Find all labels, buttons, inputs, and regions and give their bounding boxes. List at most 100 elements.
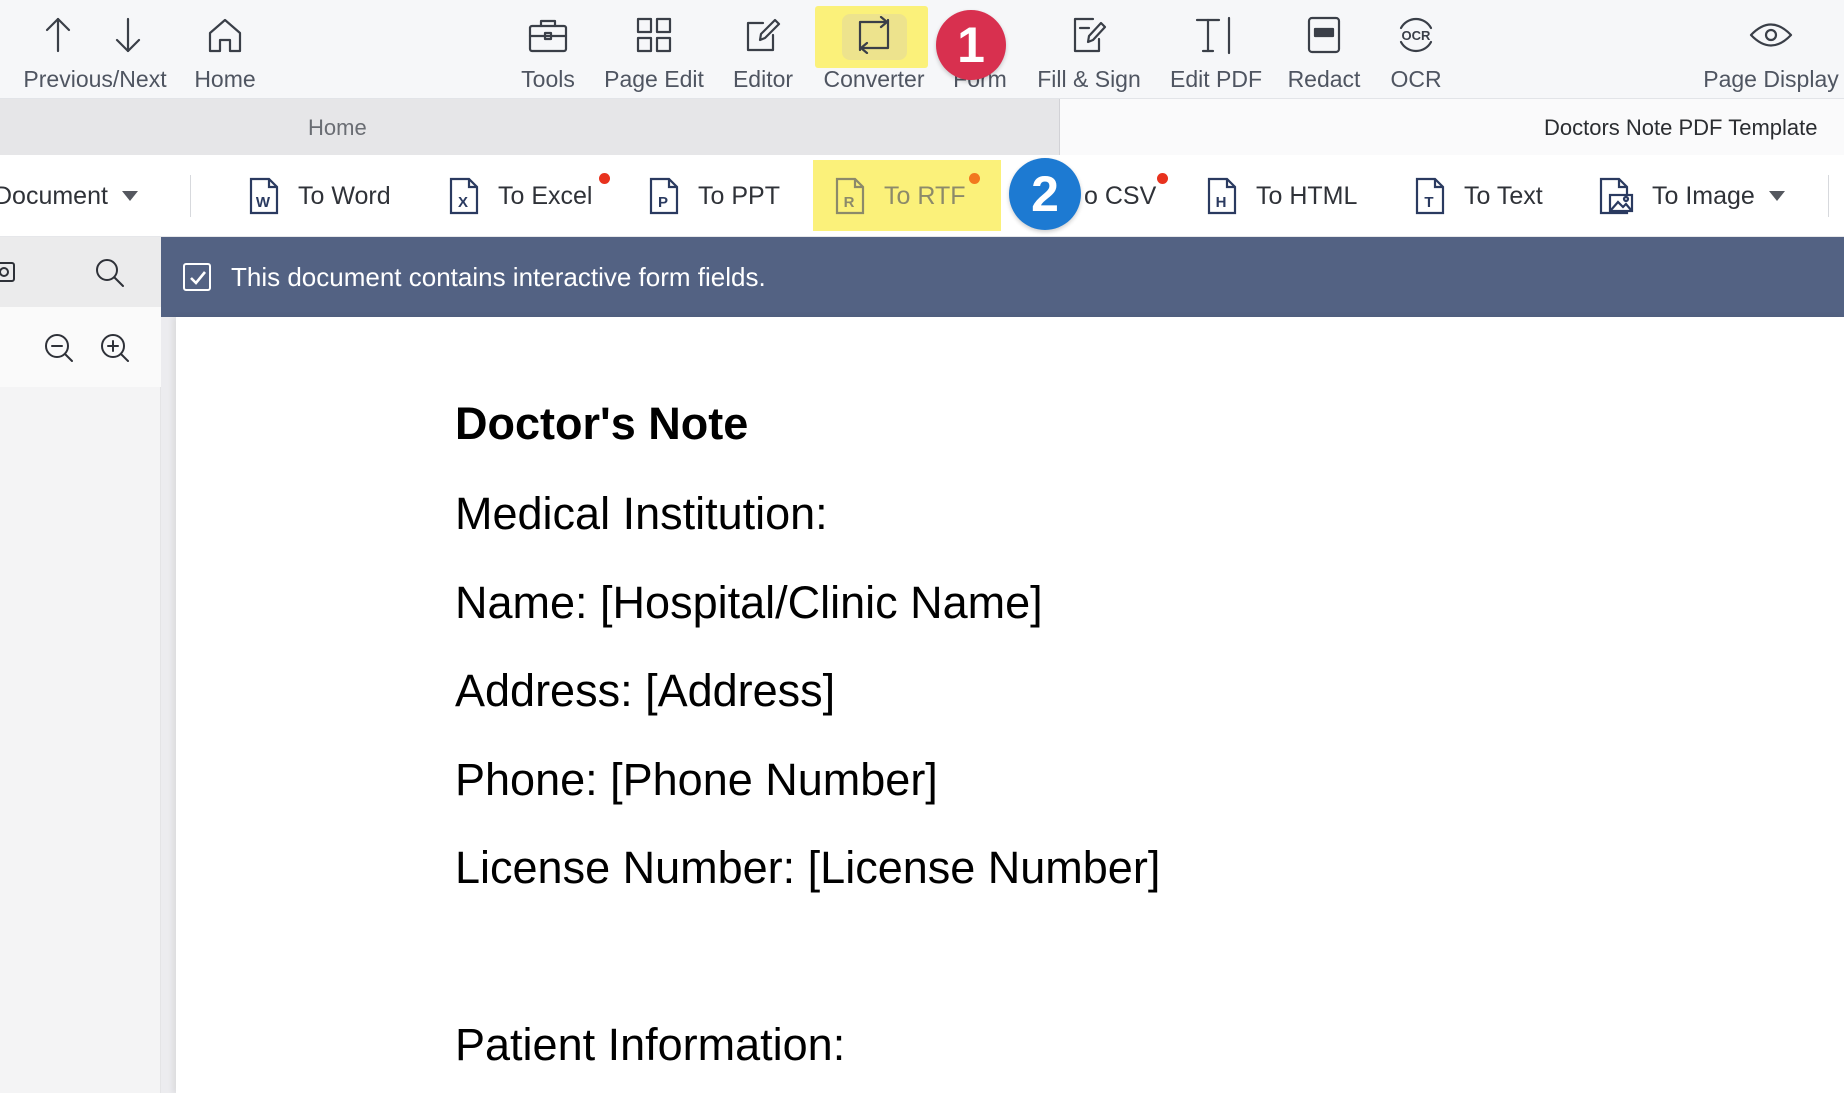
document-page <box>176 317 1844 1093</box>
tab-document[interactable]: Doctors Note PDF Template <box>1060 99 1844 155</box>
svg-text:X: X <box>458 194 468 211</box>
editor-button[interactable]: Editor <box>730 0 796 99</box>
left-sidebar <box>0 237 161 1093</box>
page-display-label: Page Display <box>1703 66 1839 92</box>
create-document-dropdown[interactable]: Document <box>0 155 138 236</box>
step-1-badge: 1 <box>936 10 1006 80</box>
converter-button[interactable]: Converter <box>820 0 928 99</box>
to-word-button[interactable]: W To Word <box>248 155 391 236</box>
toolbox-icon <box>525 13 571 57</box>
tools-button[interactable]: Tools <box>515 0 581 99</box>
chevron-down-icon <box>121 191 138 201</box>
redact-button[interactable]: Redact <box>1286 0 1362 99</box>
to-ppt-button[interactable]: P To PPT <box>648 155 780 236</box>
word-file-icon: W <box>248 177 280 215</box>
to-word-label: To Word <box>298 181 391 210</box>
tab-home[interactable]: Home <box>0 99 1060 155</box>
svg-text:W: W <box>256 194 271 211</box>
new-badge-dot <box>969 173 980 184</box>
page-edit-label: Page Edit <box>604 66 704 92</box>
chevron-down-icon <box>1768 191 1785 201</box>
ocr-label: OCR <box>1390 66 1442 92</box>
arrow-up-icon[interactable] <box>35 13 81 57</box>
to-image-dropdown[interactable]: To Image <box>1598 155 1785 236</box>
tab-document-label: Doctors Note PDF Template <box>1544 115 1818 140</box>
fill-sign-icon <box>1066 13 1112 57</box>
step-2-badge: 2 <box>1009 158 1081 230</box>
ribbon-divider <box>1828 175 1829 217</box>
to-image-label: To Image <box>1652 181 1755 210</box>
arrow-down-icon[interactable] <box>105 13 151 57</box>
to-ppt-label: To PPT <box>698 181 780 210</box>
redact-icon <box>1301 13 1347 57</box>
to-html-button[interactable]: H To HTML <box>1206 155 1358 236</box>
html-file-icon: H <box>1206 177 1238 215</box>
converter-ribbon: Document W To Word X To Excel P To PPT R… <box>0 155 1844 237</box>
home-button[interactable]: Home <box>190 0 260 99</box>
svg-text:H: H <box>1216 194 1227 211</box>
fill-sign-button[interactable]: Fill & Sign <box>1036 0 1142 99</box>
document-line: License Number: [License Number] <box>455 842 1161 893</box>
image-file-icon <box>1598 177 1634 215</box>
to-rtf-label: To RTF <box>884 181 966 210</box>
home-label: Home <box>194 66 256 92</box>
tools-label: Tools <box>521 66 575 92</box>
home-icon <box>202 13 248 57</box>
edit-pdf-button[interactable]: Edit PDF <box>1168 0 1264 99</box>
previous-next-label: Previous/Next <box>23 66 167 92</box>
page-edit-button[interactable]: Page Edit <box>604 0 704 99</box>
edit-pdf-label: Edit PDF <box>1169 66 1263 92</box>
svg-text:R: R <box>844 194 855 211</box>
zoom-out-icon[interactable] <box>44 333 74 368</box>
ocr-button[interactable]: OCR OCR <box>1388 0 1444 99</box>
new-badge-dot <box>599 173 610 184</box>
redact-label: Redact <box>1287 66 1361 92</box>
to-csv-label: o CSV <box>1084 181 1157 210</box>
eye-icon <box>1748 13 1794 57</box>
ocr-icon-text: OCR <box>1402 28 1432 43</box>
previous-next-button[interactable]: Previous/Next <box>20 0 170 99</box>
editor-label: Editor <box>732 66 794 92</box>
document-title: Doctor's Note <box>455 398 749 449</box>
document-line: Name: [Hospital/Clinic Name] <box>455 577 1043 628</box>
checkbox-icon[interactable] <box>183 263 211 291</box>
document-line: Medical Institution: <box>455 488 828 539</box>
to-rtf-button[interactable]: R To RTF <box>834 155 966 236</box>
zoom-in-icon[interactable] <box>100 333 130 368</box>
zoom-controls <box>0 307 161 387</box>
ribbon-divider <box>190 175 191 217</box>
tab-bar: Home Doctors Note PDF Template <box>0 99 1844 155</box>
notice-text: This document contains interactive form … <box>231 262 766 292</box>
fill-sign-label: Fill & Sign <box>1037 66 1141 92</box>
new-badge-dot <box>1157 173 1168 184</box>
document-line: Patient Information: <box>455 1019 846 1070</box>
to-excel-button[interactable]: X To Excel <box>448 155 593 236</box>
create-document-label: Document <box>0 181 108 210</box>
converter-label: Converter <box>823 66 925 92</box>
form-fields-notice: This document contains interactive form … <box>161 237 1844 317</box>
to-csv-button[interactable]: o CSV <box>1084 155 1157 236</box>
converter-icon <box>851 13 897 57</box>
ocr-icon: OCR <box>1393 13 1439 57</box>
search-icon[interactable] <box>94 257 126 294</box>
document-line: Phone: [Phone Number] <box>455 754 938 805</box>
document-line: Address: [Address] <box>455 665 836 716</box>
rtf-file-icon: R <box>834 177 866 215</box>
to-excel-label: To Excel <box>498 181 593 210</box>
text-cursor-icon <box>1193 13 1239 57</box>
to-html-label: To HTML <box>1256 181 1358 210</box>
page-display-button[interactable]: Page Display <box>1703 0 1839 99</box>
svg-text:T: T <box>1424 194 1433 211</box>
text-file-icon: T <box>1414 177 1446 215</box>
sidebar-header <box>0 237 161 307</box>
edit-pencil-icon <box>740 13 786 57</box>
excel-file-icon: X <box>448 177 480 215</box>
ppt-file-icon: P <box>648 177 680 215</box>
svg-text:P: P <box>658 194 668 211</box>
snapshot-icon[interactable] <box>0 259 16 290</box>
to-text-button[interactable]: T To Text <box>1414 155 1543 236</box>
tab-home-label: Home <box>308 115 367 140</box>
page-grid-icon <box>631 13 677 57</box>
main-toolbar: Previous/Next Home Tools Page Edit Edito… <box>0 0 1844 99</box>
to-text-label: To Text <box>1464 181 1543 210</box>
